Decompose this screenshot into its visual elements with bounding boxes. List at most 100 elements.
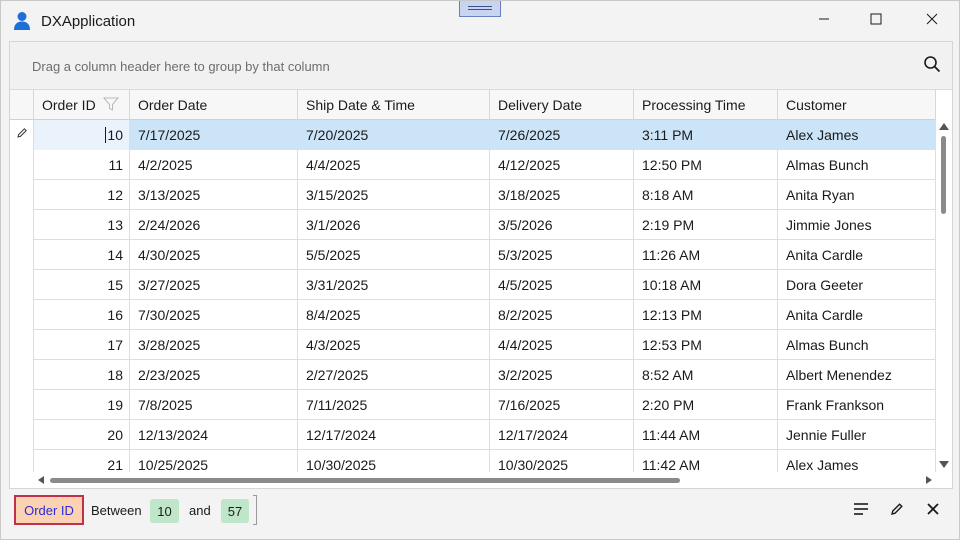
cell-order-id[interactable]: 19: [34, 390, 130, 420]
column-header-order-date[interactable]: Order Date: [130, 90, 298, 120]
cell-processing-time[interactable]: 2:20 PM: [634, 390, 778, 420]
filter-value-to[interactable]: 57: [221, 499, 249, 523]
cell-ship-date[interactable]: 3/1/2026: [298, 210, 490, 240]
cell-customer[interactable]: Anita Ryan: [778, 180, 936, 210]
horizontal-scrollbar[interactable]: [34, 472, 936, 488]
close-button[interactable]: [909, 1, 955, 41]
cell-order-id[interactable]: 15: [34, 270, 130, 300]
cell-order-id[interactable]: 11: [34, 150, 130, 180]
cell-ship-date[interactable]: 7/20/2025: [298, 120, 490, 150]
cell-order-date[interactable]: 3/13/2025: [130, 180, 298, 210]
drag-handle[interactable]: [459, 1, 501, 17]
table-row[interactable]: 13 2/24/2026 3/1/2026 3/5/2026 2:19 PM J…: [10, 210, 936, 240]
filter-value-from[interactable]: 10: [150, 499, 179, 523]
cell-order-date[interactable]: 4/30/2025: [130, 240, 298, 270]
table-row[interactable]: 15 3/27/2025 3/31/2025 4/5/2025 10:18 AM…: [10, 270, 936, 300]
cell-customer[interactable]: Almas Bunch: [778, 330, 936, 360]
cell-delivery-date[interactable]: 3/18/2025: [490, 180, 634, 210]
cell-order-date[interactable]: 7/8/2025: [130, 390, 298, 420]
cell-processing-time[interactable]: 12:13 PM: [634, 300, 778, 330]
table-row[interactable]: 12 3/13/2025 3/15/2025 3/18/2025 8:18 AM…: [10, 180, 936, 210]
cell-order-date[interactable]: 2/24/2026: [130, 210, 298, 240]
cell-ship-date[interactable]: 3/15/2025: [298, 180, 490, 210]
cell-delivery-date[interactable]: 3/5/2026: [490, 210, 634, 240]
cell-customer[interactable]: Frank Frankson: [778, 390, 936, 420]
horizontal-scroll-thumb[interactable]: [50, 478, 680, 483]
cell-delivery-date[interactable]: 5/3/2025: [490, 240, 634, 270]
cell-delivery-date[interactable]: 7/26/2025: [490, 120, 634, 150]
cell-ship-date[interactable]: 8/4/2025: [298, 300, 490, 330]
table-row[interactable]: 18 2/23/2025 2/27/2025 3/2/2025 8:52 AM …: [10, 360, 936, 390]
cell-order-date[interactable]: 3/27/2025: [130, 270, 298, 300]
cell-processing-time[interactable]: 12:50 PM: [634, 150, 778, 180]
cell-customer[interactable]: Dora Geeter: [778, 270, 936, 300]
minimize-button[interactable]: [801, 1, 847, 41]
cell-delivery-date[interactable]: 8/2/2025: [490, 300, 634, 330]
table-row[interactable]: 21 10/25/2025 10/30/2025 10/30/2025 11:4…: [10, 450, 936, 472]
cell-processing-time[interactable]: 10:18 AM: [634, 270, 778, 300]
column-header-order-id[interactable]: Order ID: [34, 90, 130, 120]
cell-order-date[interactable]: 2/23/2025: [130, 360, 298, 390]
filter-field-token[interactable]: Order ID: [14, 495, 84, 525]
cell-customer[interactable]: Albert Menendez: [778, 360, 936, 390]
cell-order-id[interactable]: 21: [34, 450, 130, 472]
scroll-up-icon[interactable]: [939, 123, 949, 130]
cell-processing-time[interactable]: 3:11 PM: [634, 120, 778, 150]
cell-order-date[interactable]: 12/13/2024: [130, 420, 298, 450]
cell-ship-date[interactable]: 3/31/2025: [298, 270, 490, 300]
cell-ship-date[interactable]: 12/17/2024: [298, 420, 490, 450]
cell-customer[interactable]: Alex James: [778, 120, 936, 150]
cell-order-id[interactable]: 13: [34, 210, 130, 240]
cell-ship-date[interactable]: 4/4/2025: [298, 150, 490, 180]
cell-customer[interactable]: Anita Cardle: [778, 300, 936, 330]
cell-delivery-date[interactable]: 4/12/2025: [490, 150, 634, 180]
cell-order-date[interactable]: 7/17/2025: [130, 120, 298, 150]
cell-order-date[interactable]: 3/28/2025: [130, 330, 298, 360]
data-grid[interactable]: Drag a column header here to group by th…: [9, 41, 953, 489]
cell-processing-time[interactable]: 12:53 PM: [634, 330, 778, 360]
cell-order-id[interactable]: 14: [34, 240, 130, 270]
table-row[interactable]: 10 7/17/2025 7/20/2025 7/26/2025 3:11 PM…: [10, 120, 936, 150]
title-bar[interactable]: DXApplication: [1, 1, 959, 41]
column-header-processing-time[interactable]: Processing Time: [634, 90, 778, 120]
cell-order-id[interactable]: 18: [34, 360, 130, 390]
cell-order-date[interactable]: 7/30/2025: [130, 300, 298, 330]
cell-customer[interactable]: Almas Bunch: [778, 150, 936, 180]
cell-delivery-date[interactable]: 4/5/2025: [490, 270, 634, 300]
cell-customer[interactable]: Anita Cardle: [778, 240, 936, 270]
cell-processing-time[interactable]: 2:19 PM: [634, 210, 778, 240]
table-row[interactable]: 11 4/2/2025 4/4/2025 4/12/2025 12:50 PM …: [10, 150, 936, 180]
cell-order-id[interactable]: 17: [34, 330, 130, 360]
column-header-delivery-date[interactable]: Delivery Date: [490, 90, 634, 120]
vertical-scroll-thumb[interactable]: [941, 136, 946, 214]
cell-order-date[interactable]: 10/25/2025: [130, 450, 298, 472]
cell-ship-date[interactable]: 4/3/2025: [298, 330, 490, 360]
filter-customize-button[interactable]: [847, 497, 875, 525]
cell-processing-time[interactable]: 11:44 AM: [634, 420, 778, 450]
cell-ship-date[interactable]: 2/27/2025: [298, 360, 490, 390]
maximize-button[interactable]: [853, 1, 899, 41]
table-row[interactable]: 16 7/30/2025 8/4/2025 8/2/2025 12:13 PM …: [10, 300, 936, 330]
cell-customer[interactable]: Jennie Fuller: [778, 420, 936, 450]
cell-ship-date[interactable]: 10/30/2025: [298, 450, 490, 472]
cell-processing-time[interactable]: 8:52 AM: [634, 360, 778, 390]
column-header-customer[interactable]: Customer: [778, 90, 936, 120]
filter-edit-button[interactable]: [883, 497, 911, 525]
cell-processing-time[interactable]: 11:42 AM: [634, 450, 778, 472]
cell-processing-time[interactable]: 11:26 AM: [634, 240, 778, 270]
cell-delivery-date[interactable]: 3/2/2025: [490, 360, 634, 390]
table-row[interactable]: 19 7/8/2025 7/11/2025 7/16/2025 2:20 PM …: [10, 390, 936, 420]
cell-customer[interactable]: Alex James: [778, 450, 936, 472]
scroll-left-icon[interactable]: [38, 476, 44, 484]
cell-order-date[interactable]: 4/2/2025: [130, 150, 298, 180]
scroll-down-icon[interactable]: [939, 461, 949, 468]
filter-operator[interactable]: Between: [91, 503, 142, 518]
cell-customer[interactable]: Jimmie Jones: [778, 210, 936, 240]
cell-order-id[interactable]: 10: [34, 120, 130, 150]
cell-delivery-date[interactable]: 7/16/2025: [490, 390, 634, 420]
search-button[interactable]: [920, 54, 944, 78]
cell-delivery-date[interactable]: 10/30/2025: [490, 450, 634, 472]
cell-ship-date[interactable]: 5/5/2025: [298, 240, 490, 270]
cell-delivery-date[interactable]: 4/4/2025: [490, 330, 634, 360]
filter-clear-button[interactable]: [919, 497, 947, 525]
